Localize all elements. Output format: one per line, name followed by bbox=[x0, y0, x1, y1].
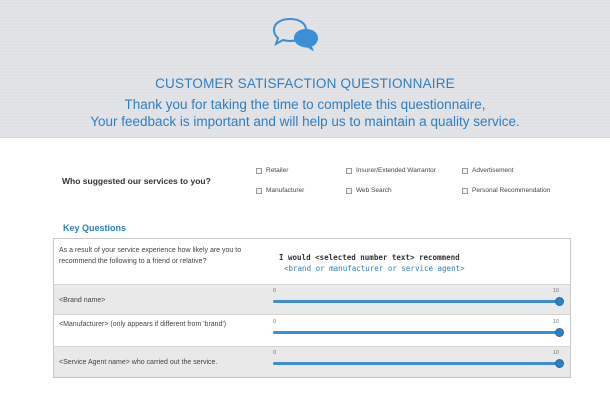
key-questions-heading: Key Questions bbox=[63, 223, 127, 233]
table-row: <Brand name> 0 10 bbox=[54, 285, 570, 315]
row-label: <Brand name> bbox=[59, 297, 106, 304]
page-title: CUSTOMER SATISFACTION QUESTIONNAIRE bbox=[155, 76, 455, 91]
table-header-row: As a result of your service experience h… bbox=[54, 239, 570, 285]
row-label: <Service Agent name> who carried out the… bbox=[59, 359, 218, 366]
key-questions-table: As a result of your service experience h… bbox=[53, 238, 571, 378]
checkbox-label: Web Search bbox=[356, 187, 392, 194]
checkbox-label: Personal Recommendation bbox=[472, 187, 551, 194]
rating-slider[interactable]: 0 10 bbox=[273, 350, 564, 374]
checkbox-box[interactable] bbox=[256, 187, 262, 194]
checkbox-retailer[interactable]: Retailer bbox=[256, 167, 288, 174]
rating-slider[interactable]: 0 10 bbox=[273, 288, 564, 312]
slider-max-label: 10 bbox=[552, 288, 559, 294]
rating-slider[interactable]: 0 10 bbox=[273, 319, 564, 343]
speech-bubbles-icon bbox=[272, 17, 318, 52]
checkbox-label: Insurer/Extended Warrantor bbox=[356, 167, 436, 174]
slider-fill bbox=[273, 300, 559, 303]
row-label: <Manufacturer> (only appears if differen… bbox=[59, 321, 227, 328]
checkbox-box[interactable] bbox=[346, 167, 352, 174]
slider-max-label: 10 bbox=[552, 350, 559, 356]
header-response-line-1: I would <selected number text> recommend bbox=[279, 253, 460, 262]
slider-max-label: 10 bbox=[552, 319, 559, 325]
slider-thumb[interactable] bbox=[555, 359, 564, 368]
table-row: <Manufacturer> (only appears if differen… bbox=[54, 315, 570, 347]
checkbox-insurer[interactable]: Insurer/Extended Warrantor bbox=[346, 167, 436, 174]
checkbox-box[interactable] bbox=[462, 167, 468, 174]
checkbox-label: Retailer bbox=[266, 167, 289, 174]
slider-min-label: 0 bbox=[273, 350, 277, 356]
checkbox-personal-recommendation[interactable]: Personal Recommendation bbox=[462, 187, 550, 194]
slider-thumb[interactable] bbox=[555, 297, 564, 306]
table-row: <Service Agent name> who carried out the… bbox=[54, 347, 570, 377]
checkbox-label: Manufacturer bbox=[266, 187, 305, 194]
checkbox-box[interactable] bbox=[462, 187, 468, 194]
subtitle-line-1: Thank you for taking the time to complet… bbox=[124, 97, 486, 112]
checkbox-advertisement[interactable]: Advertisement bbox=[462, 167, 514, 174]
checkbox-box[interactable] bbox=[256, 167, 262, 174]
slider-thumb[interactable] bbox=[555, 328, 564, 337]
slider-fill bbox=[273, 362, 559, 365]
suggest-question: Who suggested our services to you? bbox=[62, 176, 211, 186]
checkbox-web-search[interactable]: Web Search bbox=[346, 187, 392, 194]
header-question: As a result of your service experience h… bbox=[59, 247, 242, 265]
subtitle-line-2: Your feedback is important and will help… bbox=[90, 114, 520, 129]
slider-min-label: 0 bbox=[273, 319, 277, 325]
page-subtitle: Thank you for taking the time to complet… bbox=[0, 96, 610, 130]
checkbox-manufacturer[interactable]: Manufacturer bbox=[256, 187, 304, 194]
checkbox-label: Advertisement bbox=[472, 167, 514, 174]
slider-min-label: 0 bbox=[273, 288, 277, 294]
checkbox-box[interactable] bbox=[346, 187, 352, 194]
page-header: CUSTOMER SATISFACTION QUESTIONNAIRE Than… bbox=[0, 0, 610, 138]
slider-fill bbox=[273, 331, 559, 334]
header-response-line-2: <brand or manufacturer or service agent> bbox=[284, 264, 465, 273]
